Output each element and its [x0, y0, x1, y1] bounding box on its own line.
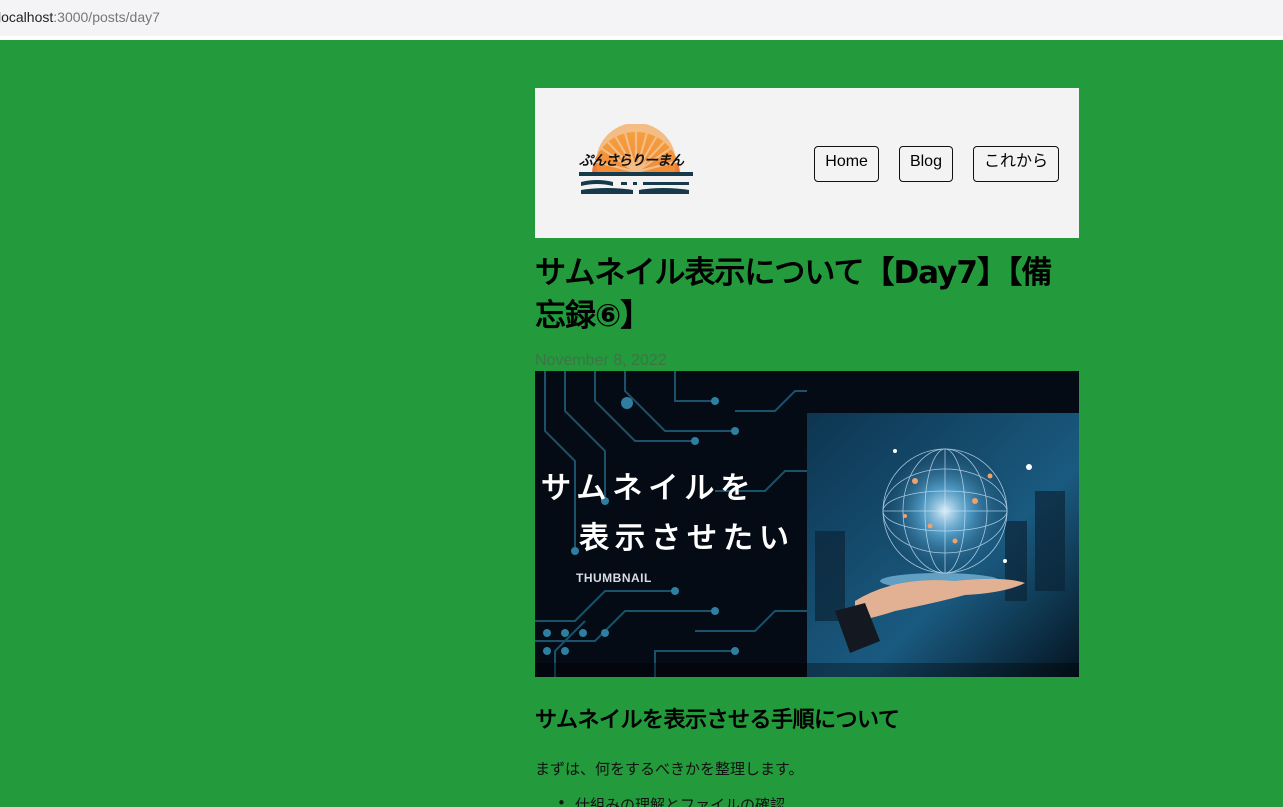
- url-host: localhost: [0, 9, 54, 25]
- intro-paragraph: まずは、何をするべきかを整理します。: [535, 760, 804, 778]
- list-item: 仕組みの理解とファイルの確認: [557, 794, 785, 807]
- steps-list: 仕組みの理解とファイルの確認: [557, 794, 785, 807]
- page: ぷんさらりーまん Home Blog これから サムネイル表示について【Day7…: [0, 40, 1283, 807]
- section-heading: サムネイルを表示させる手順について: [535, 708, 900, 733]
- nav-future-button[interactable]: これから: [972, 146, 1059, 182]
- post-title: サムネイル表示について【Day7】【備忘録⑥】: [535, 255, 1052, 334]
- site-logo[interactable]: ぷんさらりーまん: [577, 124, 695, 196]
- thumbnail-line2: 表示させたい: [579, 521, 795, 556]
- site-header: ぷんさらりーまん Home Blog これから: [535, 88, 1079, 238]
- thumbnail-label: THUMBNAIL: [576, 571, 652, 585]
- logo-text: ぷんさらりーまん: [579, 153, 684, 169]
- url-path: :3000/posts/day7: [53, 9, 160, 25]
- address-bar[interactable]: localhost:3000/posts/day7: [0, 0, 1283, 40]
- nav-home-button[interactable]: Home: [814, 146, 879, 182]
- thumbnail-line1: サムネイルを: [541, 471, 757, 506]
- post-thumbnail: サムネイルを 表示させたい THUMBNAIL: [535, 371, 1079, 677]
- url-text[interactable]: localhost:3000/posts/day7: [0, 9, 160, 25]
- nav-blog-button[interactable]: Blog: [898, 146, 953, 182]
- post-date: November 8, 2022: [535, 352, 667, 369]
- main-nav: Home Blog これから: [814, 146, 1059, 182]
